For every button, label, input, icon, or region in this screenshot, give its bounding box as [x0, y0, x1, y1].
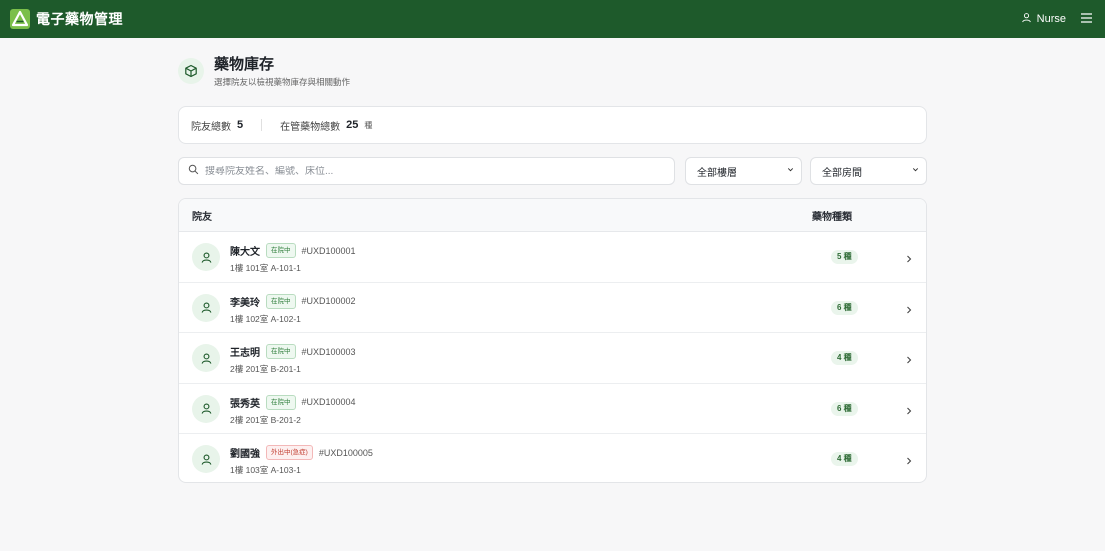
app-title: 電子藥物管理 [36, 11, 123, 27]
search-input[interactable] [205, 165, 665, 177]
menu-icon [1080, 12, 1093, 27]
resident-location: 2樓 201室 B-201-2 [230, 414, 301, 425]
page-subtitle: 選擇院友以檢視藥物庫存與相關動作 [214, 77, 351, 87]
person-icon [192, 445, 220, 473]
room-select[interactable]: 全部房間 [810, 157, 927, 185]
person-icon [192, 344, 220, 372]
meds-total-value: 25 [346, 119, 359, 131]
table-row[interactable]: 張秀英 在院中 #UXD100004 2樓 201室 B-201-2 6 種 [179, 384, 926, 434]
resident-location: 1樓 102室 A-102-1 [230, 313, 301, 324]
page-title: 藥物庫存 [214, 56, 275, 73]
medication-count-badge: 4 種 [831, 452, 858, 466]
room-select-value: 全部房間 [822, 167, 862, 179]
resident-location: 1樓 101室 A-101-1 [230, 263, 301, 273]
residents-table: 院友 藥物種類 陳大文 在院中 #UXD100001 1樓 101室 A-101-1 5… [178, 198, 927, 483]
resident-name: 陳大文 [230, 247, 260, 258]
chevron-right-icon[interactable] [905, 352, 913, 370]
floor-select-value: 全部樓層 [697, 167, 737, 179]
medication-count-badge: 4 種 [831, 351, 858, 365]
page-header: 藥物庫存 選擇院友以檢視藥物庫存與相關動作 [178, 56, 350, 88]
person-icon [192, 243, 220, 271]
resident-name: 王志明 [230, 348, 260, 359]
table-row[interactable]: 王志明 在院中 #UXD100003 2樓 201室 B-201-1 4 種 [179, 333, 926, 384]
resident-id: #UXD100001 [301, 245, 356, 256]
status-badge: 在院中 [266, 243, 296, 258]
resident-id: #UXD100003 [301, 346, 356, 357]
top-bar: 電子藥物管理 Nurse [0, 0, 1105, 38]
floor-select[interactable]: 全部樓層 [685, 157, 802, 185]
user-name: Nurse [1036, 13, 1066, 25]
residents-total-value: 5 [237, 119, 244, 131]
meds-total-unit: 種 [364, 120, 373, 130]
resident-name: 李美玲 [230, 297, 260, 309]
box-icon [178, 58, 204, 84]
stats-divider [261, 119, 263, 131]
chevron-down-icon [786, 165, 795, 177]
person-icon [192, 394, 220, 423]
column-header-types: 藥物種類 [812, 211, 852, 223]
chevron-right-icon[interactable] [905, 403, 913, 421]
table-row[interactable]: 劉國強 外出中(急症) #UXD100005 1樓 103室 A-103-1 4 種 [179, 434, 926, 482]
table-row[interactable]: 李美玲 在院中 #UXD100002 1樓 102室 A-102-1 6 種 [179, 283, 926, 333]
user-icon [1021, 12, 1032, 26]
medication-count-badge: 6 種 [831, 300, 858, 315]
menu-button[interactable] [1080, 12, 1093, 27]
resident-id: #UXD100002 [301, 296, 356, 306]
resident-location: 2樓 201室 B-201-1 [230, 364, 301, 374]
search-box[interactable] [178, 157, 675, 185]
medication-count-badge: 6 種 [831, 401, 858, 416]
user-menu[interactable]: Nurse [1021, 12, 1066, 26]
search-icon [188, 162, 199, 180]
chevron-right-icon[interactable] [905, 453, 913, 471]
chevron-down-icon [911, 165, 920, 177]
status-badge: 外出中(急症) [266, 445, 313, 460]
resident-id: #UXD100005 [318, 447, 373, 458]
chevron-right-icon[interactable] [905, 251, 913, 269]
resident-name: 張秀英 [230, 398, 260, 410]
table-row[interactable]: 陳大文 在院中 #UXD100001 1樓 101室 A-101-1 5 種 [179, 232, 926, 283]
status-badge: 在院中 [266, 344, 296, 359]
status-badge: 在院中 [266, 293, 296, 309]
resident-id: #UXD100004 [301, 397, 356, 407]
logo-icon [10, 9, 30, 29]
resident-name: 劉國強 [230, 449, 260, 460]
chevron-right-icon[interactable] [905, 302, 913, 320]
meds-total-label: 在管藥物總數 [280, 121, 341, 133]
column-header-resident: 院友 [192, 211, 212, 223]
table-header: 院友 藥物種類 [179, 199, 926, 232]
resident-location: 1樓 103室 A-103-1 [230, 465, 301, 475]
residents-total-label: 院友總數 [191, 121, 231, 133]
person-icon [192, 293, 220, 322]
stats-bar: 院友總數 5 在管藥物總數 25 種 [178, 106, 927, 144]
brand[interactable]: 電子藥物管理 [10, 9, 123, 29]
status-badge: 在院中 [266, 394, 296, 410]
medication-count-badge: 5 種 [831, 250, 858, 264]
